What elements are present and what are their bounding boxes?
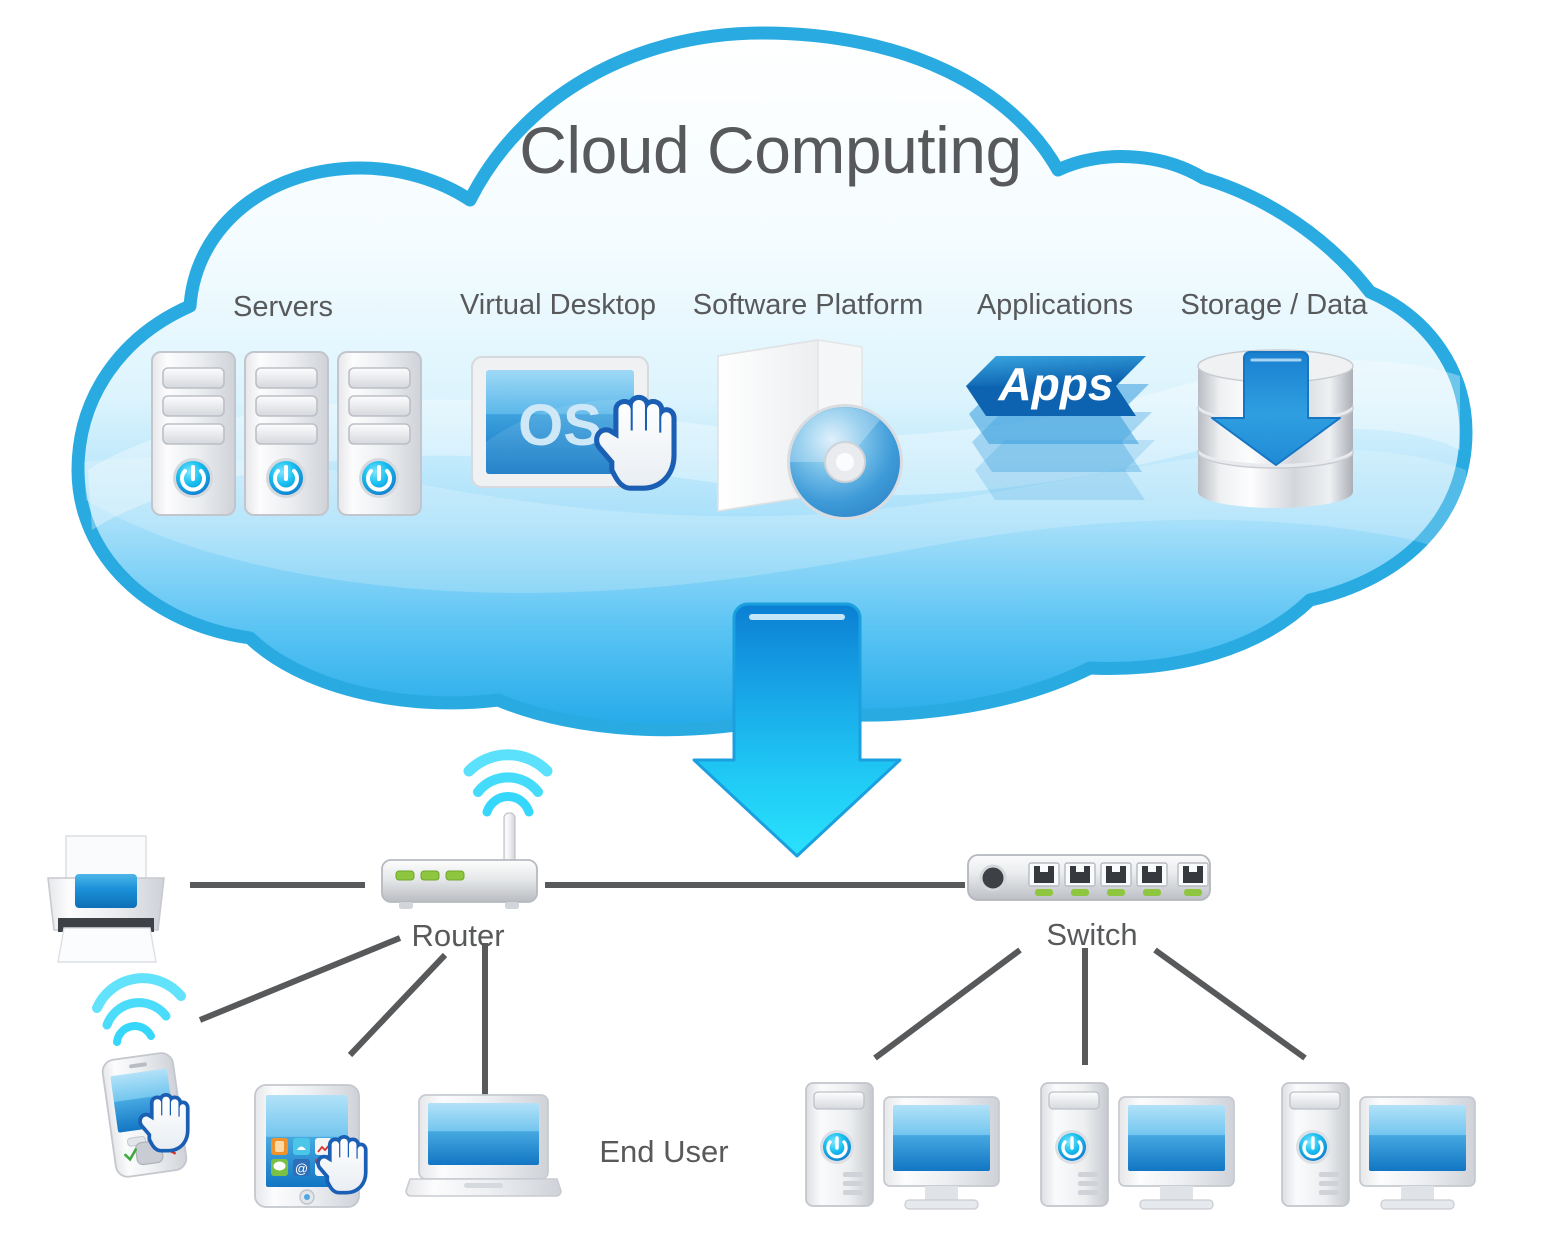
network-switch-icon[interactable] bbox=[967, 854, 1211, 901]
printer-icon[interactable] bbox=[47, 835, 165, 963]
wifi-waves-icon bbox=[463, 749, 553, 817]
desktop-computer-icon[interactable] bbox=[1281, 1082, 1476, 1210]
wireless-router-icon[interactable] bbox=[381, 749, 553, 909]
desktop-computer-icon[interactable] bbox=[1040, 1082, 1235, 1210]
mobile-phone-icon[interactable] bbox=[92, 973, 190, 1178]
network-devices-layer: @ 9 bbox=[47, 749, 1476, 1210]
phone-wifi-waves-icon bbox=[92, 973, 186, 1046]
svg-text:@: @ bbox=[295, 1161, 308, 1176]
node-label-router: Router bbox=[411, 918, 505, 953]
node-label-switch: Switch bbox=[1046, 917, 1138, 952]
diagram-canvas: Cloud Computing Servers Virtual Desktop … bbox=[0, 0, 1541, 1233]
desktop-computer-icon[interactable] bbox=[805, 1082, 1000, 1210]
node-label-end-user: End User bbox=[599, 1134, 729, 1169]
tablet-icon[interactable]: @ 9 bbox=[254, 1084, 368, 1208]
laptop-icon[interactable] bbox=[405, 1094, 562, 1197]
